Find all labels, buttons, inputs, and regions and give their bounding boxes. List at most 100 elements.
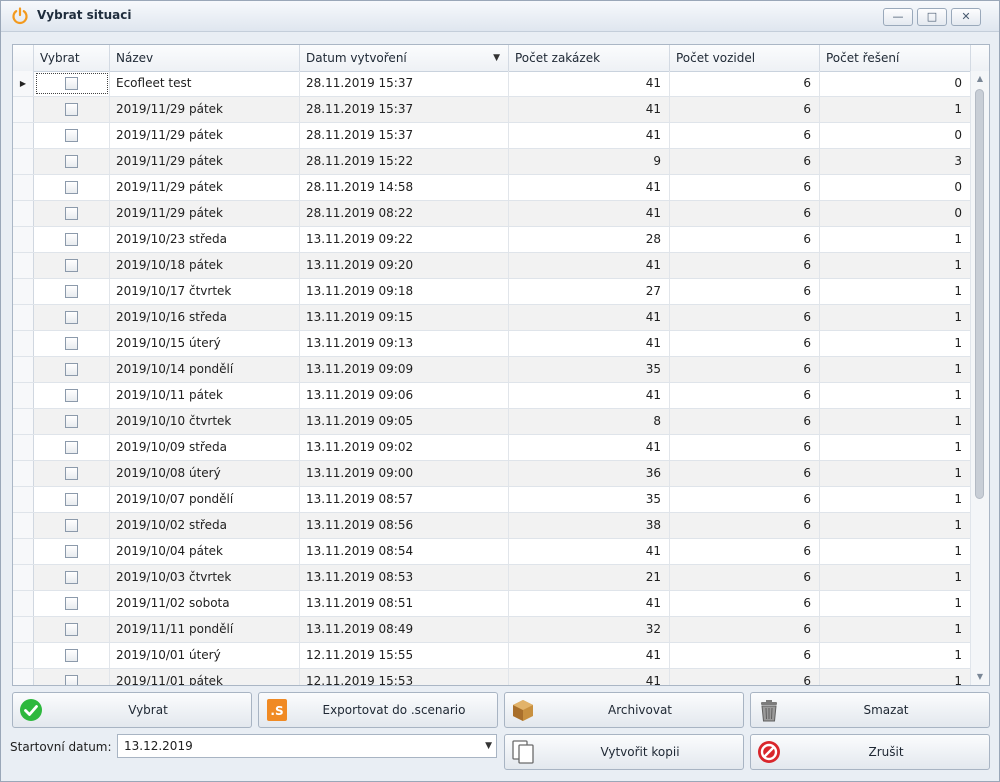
table-row[interactable]: 2019/11/29 pátek 28.11.2019 15:37 41 6 1	[13, 97, 971, 123]
name-cell[interactable]: 2019/10/01 úterý	[110, 643, 300, 668]
row-select-checkbox[interactable]	[65, 597, 78, 610]
delete-button[interactable]: Smazat	[750, 692, 990, 728]
vehicles-cell[interactable]: 6	[670, 201, 820, 226]
row-indicator[interactable]	[13, 305, 34, 330]
name-cell[interactable]: 2019/11/01 pátek	[110, 669, 300, 685]
select-cell[interactable]	[34, 409, 110, 434]
title-bar[interactable]: Vybrat situaci — □ ✕	[1, 1, 999, 32]
row-indicator[interactable]	[13, 643, 34, 668]
name-cell[interactable]: 2019/10/07 pondělí	[110, 487, 300, 512]
vehicles-cell[interactable]: 6	[670, 669, 820, 685]
vehicles-cell[interactable]: 6	[670, 253, 820, 278]
vehicles-cell[interactable]: 6	[670, 331, 820, 356]
date-cell[interactable]: 12.11.2019 15:55	[300, 643, 509, 668]
vehicles-cell[interactable]: 6	[670, 227, 820, 252]
select-cell[interactable]	[34, 97, 110, 122]
select-cell[interactable]	[34, 461, 110, 486]
row-indicator[interactable]	[13, 253, 34, 278]
row-indicator[interactable]	[13, 175, 34, 200]
vehicles-cell[interactable]: 6	[670, 513, 820, 538]
table-row[interactable]: 2019/10/17 čtvrtek 13.11.2019 09:18 27 6 1	[13, 279, 971, 305]
row-indicator[interactable]	[13, 617, 34, 642]
copy-button[interactable]: Vytvořit kopii	[504, 734, 744, 770]
solutions-cell[interactable]: 1	[820, 487, 971, 512]
date-cell[interactable]: 28.11.2019 15:22	[300, 149, 509, 174]
date-cell[interactable]: 13.11.2019 08:49	[300, 617, 509, 642]
row-select-checkbox[interactable]	[65, 363, 78, 376]
solutions-cell[interactable]: 1	[820, 383, 971, 408]
row-indicator[interactable]	[13, 279, 34, 304]
vehicles-cell[interactable]: 6	[670, 123, 820, 148]
row-indicator[interactable]	[13, 383, 34, 408]
row-select-checkbox[interactable]	[65, 207, 78, 220]
select-cell[interactable]	[34, 175, 110, 200]
select-cell[interactable]	[34, 513, 110, 538]
select-cell[interactable]	[34, 383, 110, 408]
select-cell[interactable]	[34, 435, 110, 460]
select-cell[interactable]	[34, 617, 110, 642]
select-cell[interactable]	[34, 669, 110, 685]
situations-grid[interactable]: Vybrat Název Datum vytvoření ▼ Počet zak…	[12, 44, 990, 686]
table-row[interactable]: 2019/10/01 úterý 12.11.2019 15:55 41 6 1	[13, 643, 971, 669]
orders-cell[interactable]: 41	[509, 253, 670, 278]
row-indicator[interactable]	[13, 539, 34, 564]
orders-cell[interactable]: 38	[509, 513, 670, 538]
table-row[interactable]: 2019/10/04 pátek 13.11.2019 08:54 41 6 1	[13, 539, 971, 565]
row-indicator[interactable]	[13, 201, 34, 226]
name-cell[interactable]: 2019/11/29 pátek	[110, 123, 300, 148]
table-row[interactable]: 2019/10/09 středa 13.11.2019 09:02 41 6 1	[13, 435, 971, 461]
name-cell[interactable]: 2019/11/29 pátek	[110, 175, 300, 200]
name-cell[interactable]: 2019/10/02 středa	[110, 513, 300, 538]
select-cell[interactable]	[34, 591, 110, 616]
table-row[interactable]: ▶ Ecofleet test 28.11.2019 15:37 41 6 0	[13, 71, 971, 97]
date-cell[interactable]: 13.11.2019 08:56	[300, 513, 509, 538]
export-button[interactable]: .S Exportovat do .scenario	[258, 692, 498, 728]
name-cell[interactable]: 2019/10/17 čtvrtek	[110, 279, 300, 304]
vehicles-cell[interactable]: 6	[670, 461, 820, 486]
vehicles-cell[interactable]: 6	[670, 383, 820, 408]
date-cell[interactable]: 13.11.2019 09:22	[300, 227, 509, 252]
table-row[interactable]: 2019/10/11 pátek 13.11.2019 09:06 41 6 1	[13, 383, 971, 409]
vehicles-cell[interactable]: 6	[670, 539, 820, 564]
date-cell[interactable]: 13.11.2019 09:00	[300, 461, 509, 486]
orders-cell[interactable]: 41	[509, 305, 670, 330]
orders-cell[interactable]: 41	[509, 71, 670, 96]
vehicles-cell[interactable]: 6	[670, 175, 820, 200]
header-datum-vytvoreni[interactable]: Datum vytvoření ▼	[300, 45, 509, 71]
select-cell[interactable]	[34, 201, 110, 226]
name-cell[interactable]: 2019/10/23 středa	[110, 227, 300, 252]
header-pocet-vozidel[interactable]: Počet vozidel	[670, 45, 820, 71]
solutions-cell[interactable]: 1	[820, 617, 971, 642]
solutions-cell[interactable]: 1	[820, 227, 971, 252]
table-row[interactable]: 2019/11/29 pátek 28.11.2019 08:22 41 6 0	[13, 201, 971, 227]
orders-cell[interactable]: 35	[509, 357, 670, 382]
orders-cell[interactable]: 41	[509, 383, 670, 408]
row-select-checkbox[interactable]	[65, 233, 78, 246]
vehicles-cell[interactable]: 6	[670, 487, 820, 512]
select-cell[interactable]	[34, 253, 110, 278]
name-cell[interactable]: 2019/10/11 pátek	[110, 383, 300, 408]
table-row[interactable]: 2019/11/02 sobota 13.11.2019 08:51 41 6 1	[13, 591, 971, 617]
row-select-checkbox[interactable]	[65, 155, 78, 168]
orders-cell[interactable]: 41	[509, 97, 670, 122]
header-pocet-reseni[interactable]: Počet řešení	[820, 45, 971, 71]
date-cell[interactable]: 13.11.2019 08:53	[300, 565, 509, 590]
solutions-cell[interactable]: 1	[820, 279, 971, 304]
date-cell[interactable]: 13.11.2019 09:06	[300, 383, 509, 408]
vehicles-cell[interactable]: 6	[670, 279, 820, 304]
row-select-checkbox[interactable]	[65, 571, 78, 584]
date-cell[interactable]: 13.11.2019 09:20	[300, 253, 509, 278]
solutions-cell[interactable]: 1	[820, 539, 971, 564]
orders-cell[interactable]: 28	[509, 227, 670, 252]
row-indicator[interactable]	[13, 331, 34, 356]
row-select-checkbox[interactable]	[65, 285, 78, 298]
row-select-checkbox[interactable]	[65, 441, 78, 454]
row-indicator[interactable]	[13, 227, 34, 252]
name-cell[interactable]: Ecofleet test	[110, 71, 300, 96]
vehicles-cell[interactable]: 6	[670, 357, 820, 382]
table-row[interactable]: 2019/10/15 úterý 13.11.2019 09:13 41 6 1	[13, 331, 971, 357]
name-cell[interactable]: 2019/11/11 pondělí	[110, 617, 300, 642]
scrollbar-thumb[interactable]	[975, 89, 984, 499]
solutions-cell[interactable]: 1	[820, 435, 971, 460]
row-indicator[interactable]	[13, 357, 34, 382]
